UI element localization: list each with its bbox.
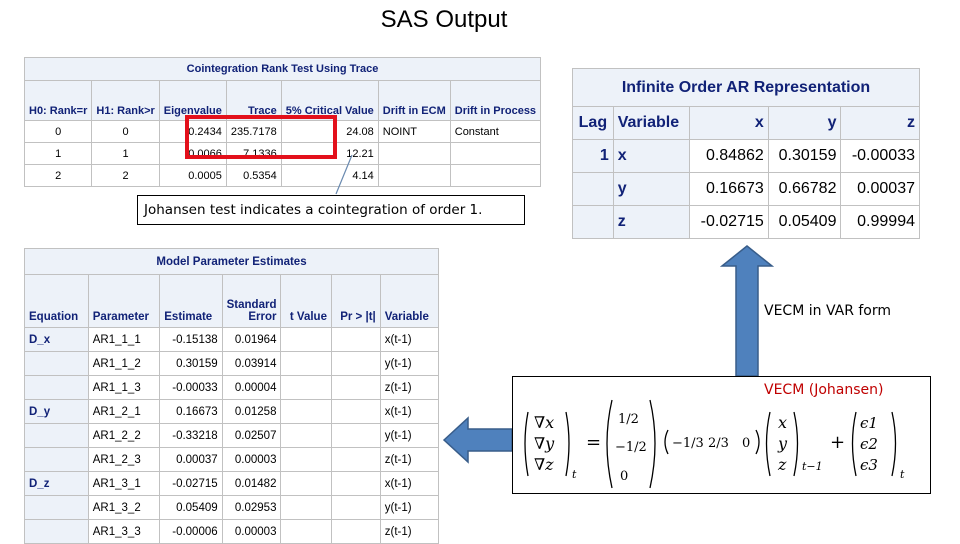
column-header: Variable (612, 106, 691, 140)
column-header: Standard Error (221, 274, 282, 328)
table-row: z -0.02715 0.05409 0.99994 (572, 205, 920, 239)
table-caption: Infinite Order AR Representation (572, 68, 920, 107)
beta-1: 2/3 (708, 436, 729, 451)
var-1: y (777, 434, 788, 453)
table-row: 2 2 0.0005 0.5354 4.14 (23, 164, 542, 187)
beta-2: 0 (742, 436, 750, 451)
column-header: z (840, 106, 920, 140)
equals-sign: = (586, 432, 601, 453)
eps-sub: t (900, 468, 905, 481)
table-caption: Model Parameter Estimates (24, 248, 439, 275)
alpha-1: −1/2 (615, 440, 647, 455)
eps-0: ϵ1 (860, 414, 878, 432)
column-header: H0: Rank=r (23, 80, 93, 121)
table-row: D_x AR1_1_1 -0.15138 0.01964 x(t-1) (24, 327, 440, 352)
column-header: Drift in Process (449, 80, 542, 121)
ar-representation-table: Infinite Order AR Representation Lag Var… (572, 68, 920, 239)
table-row: AR1_1_3 -0.00033 0.00004 z(t-1) (24, 375, 440, 400)
slide-title: SAS Output (380, 6, 508, 33)
lhs-0: ∇x (534, 413, 554, 432)
lhs-sub: t (572, 468, 577, 481)
lhs-1: ∇y (534, 434, 555, 453)
column-header: Parameter (87, 274, 161, 328)
column-header: Pr > |t| (330, 274, 381, 328)
table-row: AR1_2_2 -0.33218 0.02507 y(t-1) (24, 423, 440, 448)
column-header: Estimate (159, 274, 223, 328)
column-header: Lag (572, 106, 614, 140)
vars-sub: t−1 (802, 460, 823, 473)
eps-1: ϵ2 (860, 435, 878, 453)
table-row: y 0.16673 0.66782 0.00037 (572, 172, 920, 206)
var-0: x (778, 413, 787, 432)
column-header: Equation (24, 274, 89, 328)
callout-text: Johansen test indicates a cointegration … (137, 195, 525, 225)
table-row: AR1_1_2 0.30159 0.03914 y(t-1) (24, 351, 440, 376)
lhs-2: ∇z (534, 455, 554, 474)
column-header: x (689, 106, 769, 140)
callout-pointer (335, 154, 353, 195)
table-caption: Cointegration Rank Test Using Trace (23, 57, 542, 81)
plus-sign: + (830, 432, 845, 453)
left-arrow-icon (442, 416, 513, 464)
column-header: Variable (379, 274, 440, 328)
table-row: AR1_3_2 0.05409 0.02953 y(t-1) (24, 495, 440, 520)
table-row: AR1_2_3 0.00037 0.00003 z(t-1) (24, 447, 440, 472)
eps-2: ϵ3 (860, 456, 878, 474)
column-header: Drift in ECM (377, 80, 451, 121)
alpha-2: 0 (620, 469, 628, 484)
column-header: H1: Rank>r (91, 80, 160, 121)
table-row: D_y AR1_2_1 0.16673 0.01258 x(t-1) (24, 399, 440, 424)
vecm-equation: ∇x ∇y ∇z t = 1/2 −1/2 0 −1/3 2/3 0 x y z… (524, 399, 905, 489)
table-row: 1 x 0.84862 0.30159 -0.00033 (572, 139, 920, 173)
vecm-var-form-label: VECM in VAR form (764, 303, 892, 319)
alpha-0: 1/2 (618, 412, 639, 427)
table-row: D_z AR1_3_1 -0.02715 0.01482 x(t-1) (24, 471, 440, 496)
column-header: t Value (280, 274, 332, 328)
beta-0: −1/3 (672, 436, 704, 451)
var-2: z (777, 455, 787, 474)
model-parameter-table: Model Parameter Estimates Equation Param… (24, 248, 440, 544)
column-header: y (767, 106, 842, 140)
